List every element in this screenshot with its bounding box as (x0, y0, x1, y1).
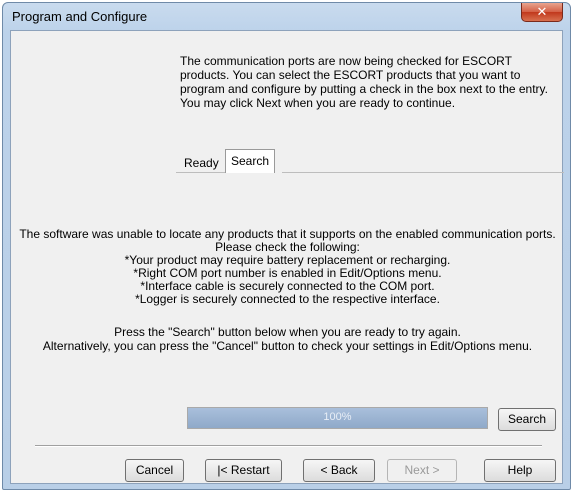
back-button[interactable]: < Back (303, 459, 375, 482)
tab-ready[interactable]: Ready (180, 153, 223, 173)
button-separator (35, 445, 542, 447)
retry-line: Alternatively, you can press the "Cancel… (42, 339, 533, 353)
close-button[interactable]: ✕ (521, 3, 563, 22)
close-icon: ✕ (536, 4, 548, 19)
retry-line: Press the "Search" button below when you… (114, 325, 461, 339)
instructions-text: The communication ports are now being ch… (180, 54, 548, 110)
window-title: Program and Configure (12, 9, 148, 24)
search-progress-bar: 100% (187, 407, 488, 429)
retry-instructions: Press the "Search" button below when you… (11, 325, 564, 353)
next-button[interactable]: Next > (387, 459, 457, 482)
tab-strip-line (282, 172, 564, 173)
program-configure-window: Program and Configure ✕ The communicatio… (2, 2, 571, 490)
restart-button[interactable]: |< Restart (205, 459, 282, 482)
dialog-body: The communication ports are now being ch… (10, 30, 564, 484)
search-button[interactable]: Search (498, 408, 556, 431)
tab-search[interactable]: Search (225, 149, 276, 173)
title-bar[interactable]: Program and Configure ✕ (3, 3, 570, 30)
help-button[interactable]: Help (484, 459, 556, 482)
not-found-message: The software was unable to locate any pr… (11, 228, 564, 306)
message-line: *Logger is securely connected to the res… (135, 292, 440, 306)
cancel-button[interactable]: Cancel (125, 459, 184, 482)
progress-label: 100% (323, 411, 352, 423)
